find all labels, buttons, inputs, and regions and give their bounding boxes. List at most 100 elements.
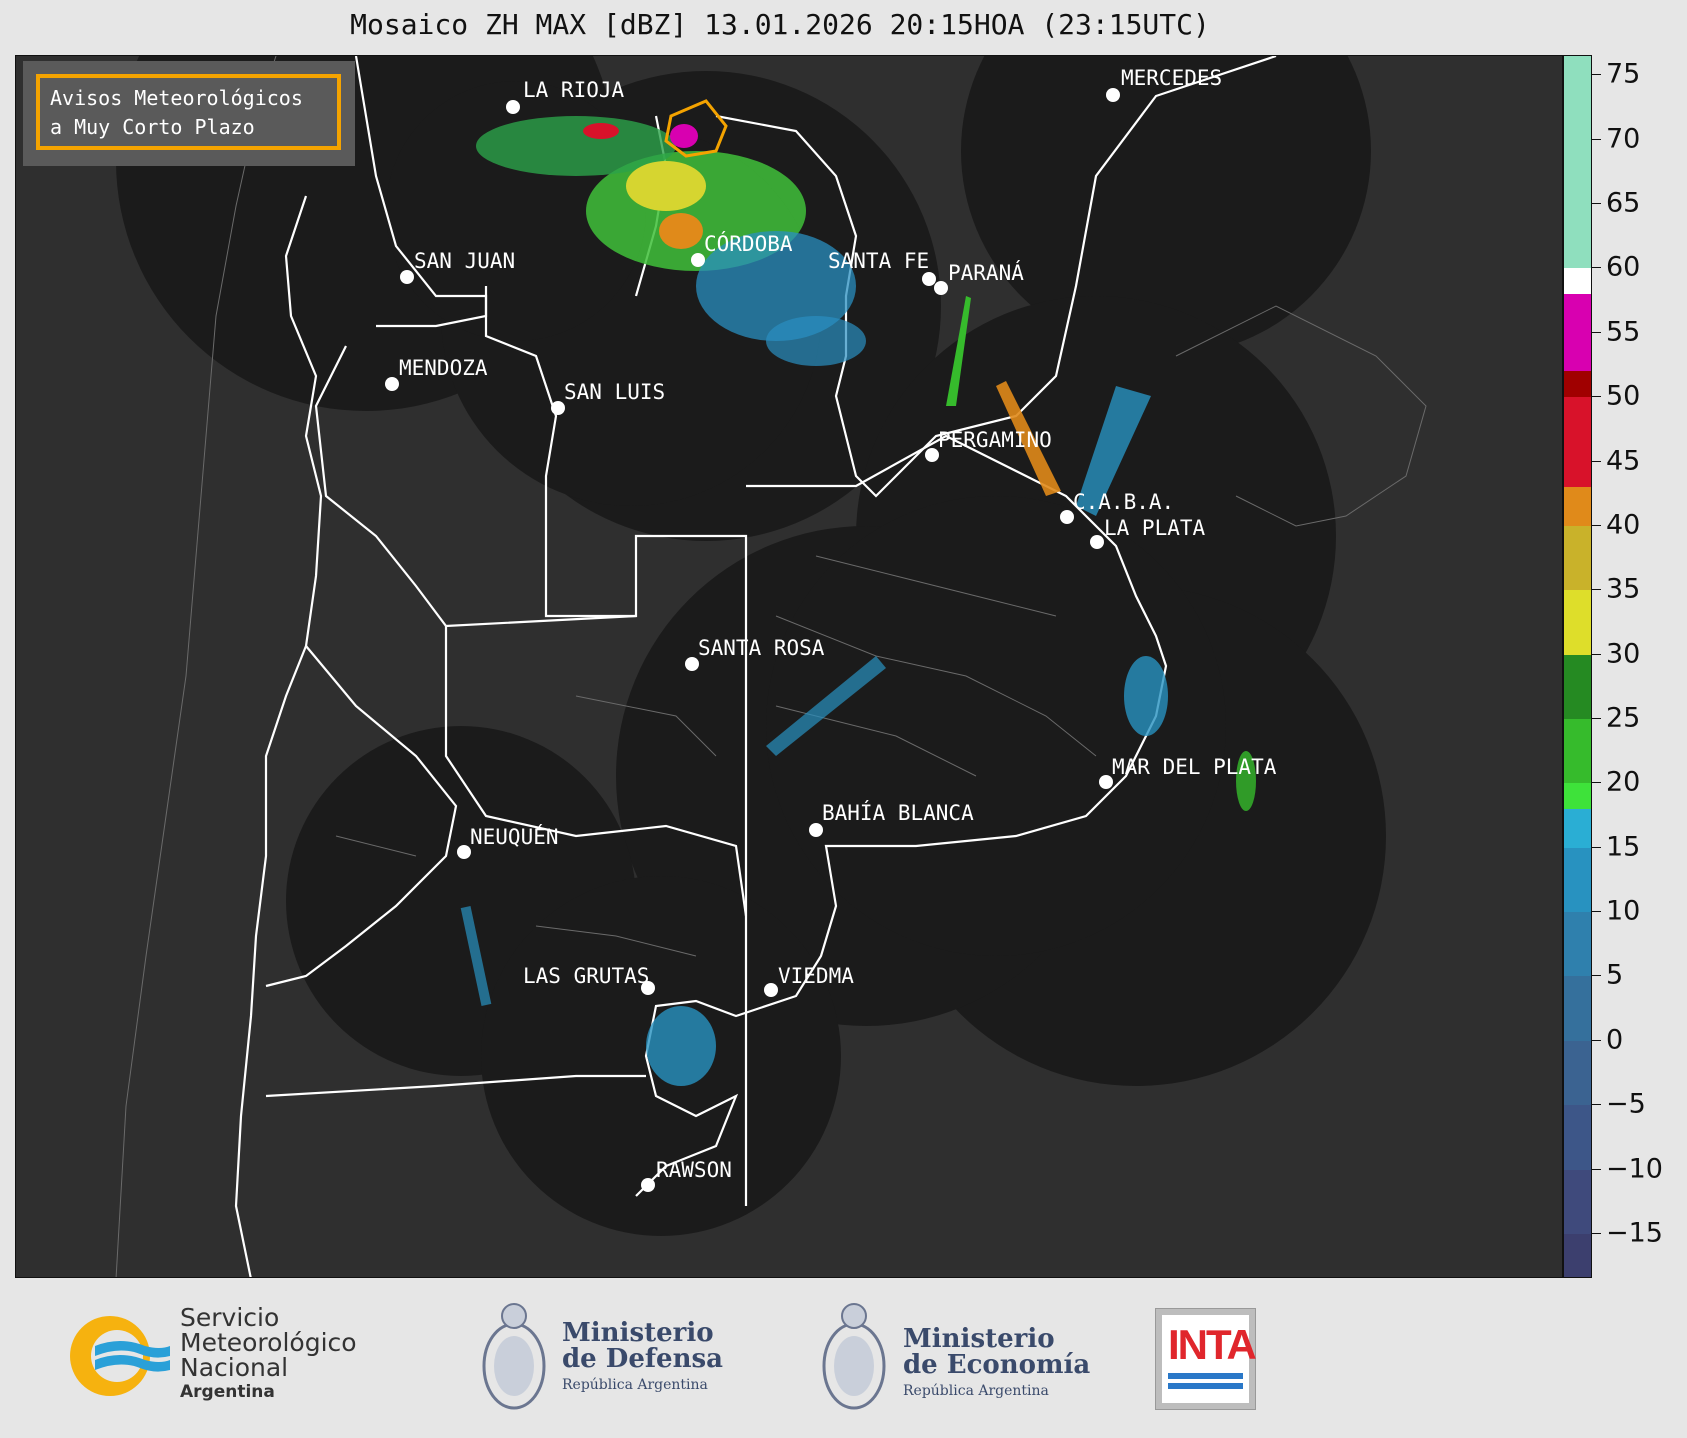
colorbar-band	[1564, 1169, 1591, 1234]
city-dot	[685, 657, 699, 671]
colorbar-band	[1564, 294, 1591, 372]
economia-seal-icon	[818, 1298, 890, 1418]
city-label-mendoza: MENDOZA	[399, 356, 488, 380]
city-label-cordoba: CÓRDOBA	[704, 232, 793, 256]
colorbar-tick-label: 5	[1606, 959, 1624, 991]
colorbar-tick-label: 25	[1606, 702, 1641, 734]
alerts-legend-line1: Avisos Meteorológicos	[50, 86, 303, 110]
colorbar-tick	[1592, 846, 1601, 848]
colorbar-tick	[1592, 975, 1601, 977]
colorbar-band	[1564, 397, 1591, 488]
dbz-colorbar	[1563, 55, 1592, 1278]
colorbar-tick-label: 40	[1606, 509, 1641, 541]
colorbar-tick-label: −15	[1606, 1217, 1663, 1249]
city-dot	[1106, 88, 1120, 102]
colorbar-tick	[1592, 653, 1601, 655]
smn-line1: Servicio	[180, 1303, 280, 1332]
defensa-line1: Ministerio	[562, 1318, 714, 1348]
city-label-pergamino: PERGAMINO	[938, 428, 1052, 452]
city-dot	[1090, 535, 1104, 549]
colorbar-band	[1564, 847, 1591, 913]
colorbar-band	[1564, 487, 1591, 526]
colorbar-tick	[1592, 717, 1601, 719]
colorbar-band	[1564, 56, 1591, 269]
inta-logo: INTA	[1155, 1308, 1257, 1410]
colorbar-band	[1564, 976, 1591, 1041]
city-dot	[1060, 510, 1074, 524]
colorbar-band	[1564, 590, 1591, 655]
defensa-logo-text: Ministerio de Defensa República Argentin…	[562, 1320, 723, 1398]
colorbar-band	[1564, 371, 1591, 398]
colorbar-band	[1564, 783, 1591, 810]
colorbar-tick-label: 0	[1606, 1024, 1624, 1056]
city-dot	[641, 1178, 655, 1192]
defensa-seal-icon	[478, 1298, 550, 1418]
colorbar-tick	[1592, 524, 1601, 526]
city-dot	[934, 281, 948, 295]
colorbar-tick	[1592, 1039, 1601, 1041]
map-title: Mosaico ZH MAX [dBZ] 13.01.2026 20:15HOA…	[350, 8, 1210, 41]
colorbar-tick	[1592, 331, 1601, 333]
city-dot	[691, 253, 705, 267]
city-label-san-juan: SAN JUAN	[414, 249, 516, 273]
city-label-santa-fe: SANTA FE	[828, 249, 930, 273]
city-dot	[809, 823, 823, 837]
colorbar-tick-label: 50	[1606, 380, 1641, 412]
city-label-la-plata: LA PLATA	[1104, 516, 1206, 540]
colorbar-tick-label: 35	[1606, 573, 1641, 605]
colorbar-tick	[1592, 782, 1601, 784]
colorbar-tick-label: 60	[1606, 251, 1641, 283]
colorbar-band	[1564, 525, 1591, 591]
economia-line1: Ministerio	[903, 1324, 1055, 1354]
economia-line3: República Argentina	[903, 1383, 1049, 1399]
city-label-san-luis: SAN LUIS	[564, 380, 666, 404]
radar-map[interactable]: LA RIOJA MERCEDES CÓRDOBA SAN JUAN SANTA…	[15, 55, 1563, 1278]
defensa-line3: República Argentina	[562, 1377, 708, 1393]
city-label-rawson: RAWSON	[656, 1158, 732, 1182]
economia-line2: de Economía	[903, 1350, 1091, 1380]
colorbar-tick	[1592, 203, 1601, 205]
colorbar-tick	[1592, 589, 1601, 591]
city-label-bahia-blanca: BAHÍA BLANCA	[822, 801, 974, 825]
city-dot	[457, 845, 471, 859]
city-label-santa-rosa: SANTA ROSA	[698, 636, 825, 660]
city-label-mar-del-plata: MAR DEL PLATA	[1112, 755, 1277, 779]
colorbar-tick	[1592, 1232, 1601, 1234]
colorbar-tick	[1592, 74, 1601, 76]
colorbar-tick	[1592, 1104, 1601, 1106]
colorbar-tick	[1592, 138, 1601, 140]
city-dot	[1099, 775, 1113, 789]
city-dot	[400, 270, 414, 284]
city-label-caba: C.A.B.A.	[1073, 490, 1175, 514]
colorbar-tick-label: 45	[1606, 445, 1641, 477]
city-label-las-grutas: LAS GRUTAS	[523, 964, 650, 988]
city-label-neuquen: NEUQUÉN	[470, 825, 559, 849]
city-dot	[385, 377, 399, 391]
colorbar-tick-label: −5	[1606, 1088, 1646, 1120]
colorbar-tick	[1592, 1168, 1601, 1170]
colorbar-tick	[1592, 460, 1601, 462]
smn-logo-icon	[65, 1308, 175, 1408]
colorbar-band	[1564, 1040, 1591, 1106]
city-label-la-rioja: LA RIOJA	[523, 78, 625, 102]
colorbar-band	[1564, 809, 1591, 848]
city-dot	[506, 100, 520, 114]
colorbar-tick-label: 75	[1606, 58, 1641, 90]
colorbar-tick	[1592, 911, 1601, 913]
smn-line3: Nacional	[180, 1353, 289, 1382]
colorbar-band	[1564, 718, 1591, 784]
colorbar-band	[1564, 1105, 1591, 1170]
alerts-legend: Avisos Meteorológicos a Muy Corto Plazo	[23, 61, 355, 166]
city-dot	[925, 448, 939, 462]
city-dot	[551, 401, 565, 415]
colorbar-band	[1564, 268, 1591, 295]
footer-logos: Servicio Meteorológico Nacional Argentin…	[0, 1280, 1687, 1438]
city-label-viedma: VIEDMA	[778, 964, 854, 988]
colorbar-tick-label: 70	[1606, 123, 1641, 155]
smn-logo-text: Servicio Meteorológico Nacional Argentin…	[180, 1305, 357, 1405]
colorbar-band	[1564, 654, 1591, 719]
alerts-legend-line2: a Muy Corto Plazo	[50, 115, 255, 139]
colorbar-tick-label: 15	[1606, 831, 1641, 863]
city-dot	[764, 983, 778, 997]
colorbar-band	[1564, 912, 1591, 977]
